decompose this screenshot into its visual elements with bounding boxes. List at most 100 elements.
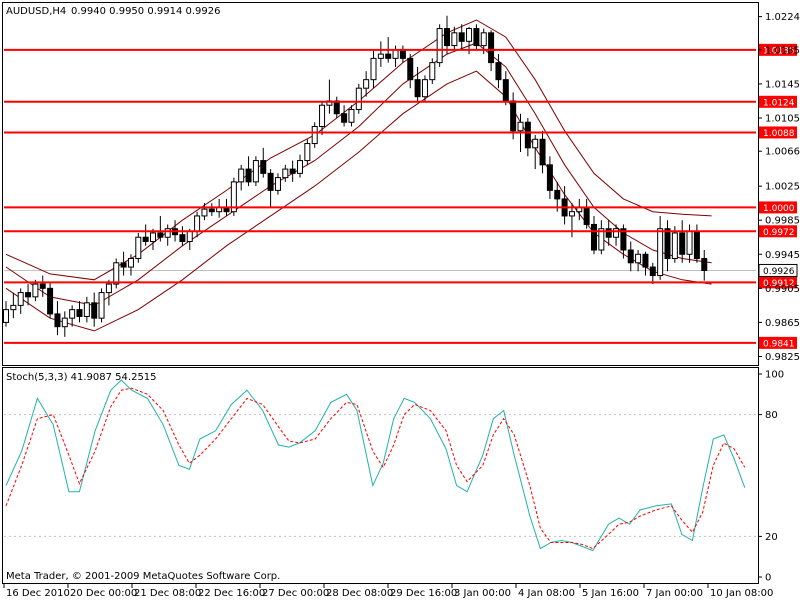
candle-body <box>466 28 473 42</box>
price-tick-label: 1.0066 <box>765 147 800 158</box>
time-tick-label: 5 Jan 16:00 <box>582 588 639 599</box>
candle-body <box>54 313 61 328</box>
time-tick-label: 3 Jan 00:00 <box>454 588 511 599</box>
price-tick-label: 0.9905 <box>765 284 800 295</box>
candle-body <box>304 143 311 162</box>
candle-body <box>282 168 289 179</box>
stoch-tick-label: 100 <box>765 370 784 381</box>
candle-body <box>25 292 32 298</box>
envelope-upper-line <box>5 19 712 281</box>
time-tick-label: 27 Dec 00:00 <box>262 588 329 599</box>
candle-body <box>539 138 546 166</box>
candle-body <box>120 262 127 268</box>
candle-body <box>319 104 326 128</box>
time-tick-label: 7 Jan 00:00 <box>646 588 703 599</box>
candle-body <box>179 234 186 242</box>
candle-body <box>399 49 406 59</box>
candle-body <box>701 258 708 271</box>
candle-body <box>333 100 340 115</box>
candle-body <box>554 189 561 200</box>
candle-body <box>495 62 502 81</box>
candle-body <box>642 253 649 268</box>
candle-body <box>91 302 98 319</box>
time-tick-label: 21 Dec 08:00 <box>134 588 201 599</box>
candle-body <box>76 309 83 317</box>
candle-body <box>605 228 612 238</box>
candle-body <box>517 121 524 132</box>
price-tick-label: 0.9985 <box>765 216 800 227</box>
candle-body <box>252 160 259 183</box>
candle-body <box>10 304 17 311</box>
candle-body <box>671 232 678 260</box>
candle-body <box>679 232 686 255</box>
time-tick-label: 20 Dec 00:00 <box>70 588 137 599</box>
candle-body <box>238 168 245 183</box>
candle-body <box>363 79 370 89</box>
price-tick-label: 1.0025 <box>765 182 800 193</box>
candle-body <box>473 28 480 47</box>
candle-body <box>17 292 24 306</box>
price-tick-label: 1.0185 <box>765 45 800 56</box>
stoch-main-line <box>5 379 746 552</box>
candle-body <box>451 32 458 47</box>
candle-body <box>157 232 164 238</box>
candle-body <box>480 32 487 47</box>
candle-body <box>657 228 664 277</box>
level-label: 0.9972 <box>763 228 795 238</box>
ohlc-label: 0.9940 0.9950 0.9914 0.9926 <box>71 6 221 17</box>
candle-body <box>260 160 267 174</box>
candle-body <box>407 57 414 81</box>
candle-body <box>98 292 105 319</box>
candle-body <box>635 253 642 264</box>
candle-body <box>355 87 362 110</box>
stoch-tick-label: 0 <box>765 573 771 584</box>
candle-body <box>105 283 112 294</box>
candle-body <box>113 262 120 285</box>
candle-body <box>429 62 436 81</box>
time-tick-label: 28 Dec 08:00 <box>326 588 393 599</box>
candle-body <box>297 160 303 174</box>
candle-body <box>274 177 281 191</box>
candle-body <box>392 49 399 59</box>
candle-body <box>3 309 9 323</box>
chart: 1.01851.01241.00881.00000.99720.99120.98… <box>2 2 800 599</box>
level-label: 0.9841 <box>763 339 795 349</box>
candle-body <box>627 249 634 264</box>
candle-body <box>142 236 149 242</box>
candle-body <box>83 302 90 317</box>
candle-body <box>201 208 208 217</box>
candle-body <box>186 230 193 242</box>
copyright-text: Meta Trader, © 2001-2009 MetaQuotes Soft… <box>6 571 280 582</box>
candle-body <box>47 287 54 315</box>
stoch-signal-line <box>5 387 746 550</box>
candle-body <box>591 223 597 251</box>
candle-body <box>135 236 142 260</box>
level-label: 1.0000 <box>763 204 795 214</box>
price-tick-label: 0.9825 <box>765 352 800 363</box>
candle-body <box>208 208 215 213</box>
candle-body <box>370 57 377 81</box>
stoch-label: Stoch(5,3,3) 41.9087 54.2515 <box>6 372 157 383</box>
candle-body <box>311 126 318 145</box>
candle-body <box>341 113 348 123</box>
candle-body <box>385 53 392 59</box>
candle-body <box>348 108 355 123</box>
price-tick-label: 1.0145 <box>765 79 800 90</box>
candle-body <box>583 206 590 225</box>
symbol-label: AUDUSD,H4 <box>6 6 66 17</box>
candle-body <box>414 79 421 98</box>
time-tick-label: 10 Jan 08:00 <box>710 588 773 599</box>
candle-body <box>664 228 671 260</box>
time-tick-label: 22 Dec 16:00 <box>198 588 265 599</box>
candle-body <box>502 79 509 102</box>
candle-body <box>693 230 700 260</box>
candle-body <box>568 211 575 217</box>
candle-body <box>444 28 450 47</box>
candle-body <box>532 138 539 149</box>
candle-body <box>524 121 531 149</box>
level-label: 1.0088 <box>763 129 795 139</box>
candle-body <box>546 164 553 191</box>
current-price-label: 0.9926 <box>763 267 795 277</box>
candle-body <box>649 266 656 277</box>
candle-body <box>39 283 46 289</box>
